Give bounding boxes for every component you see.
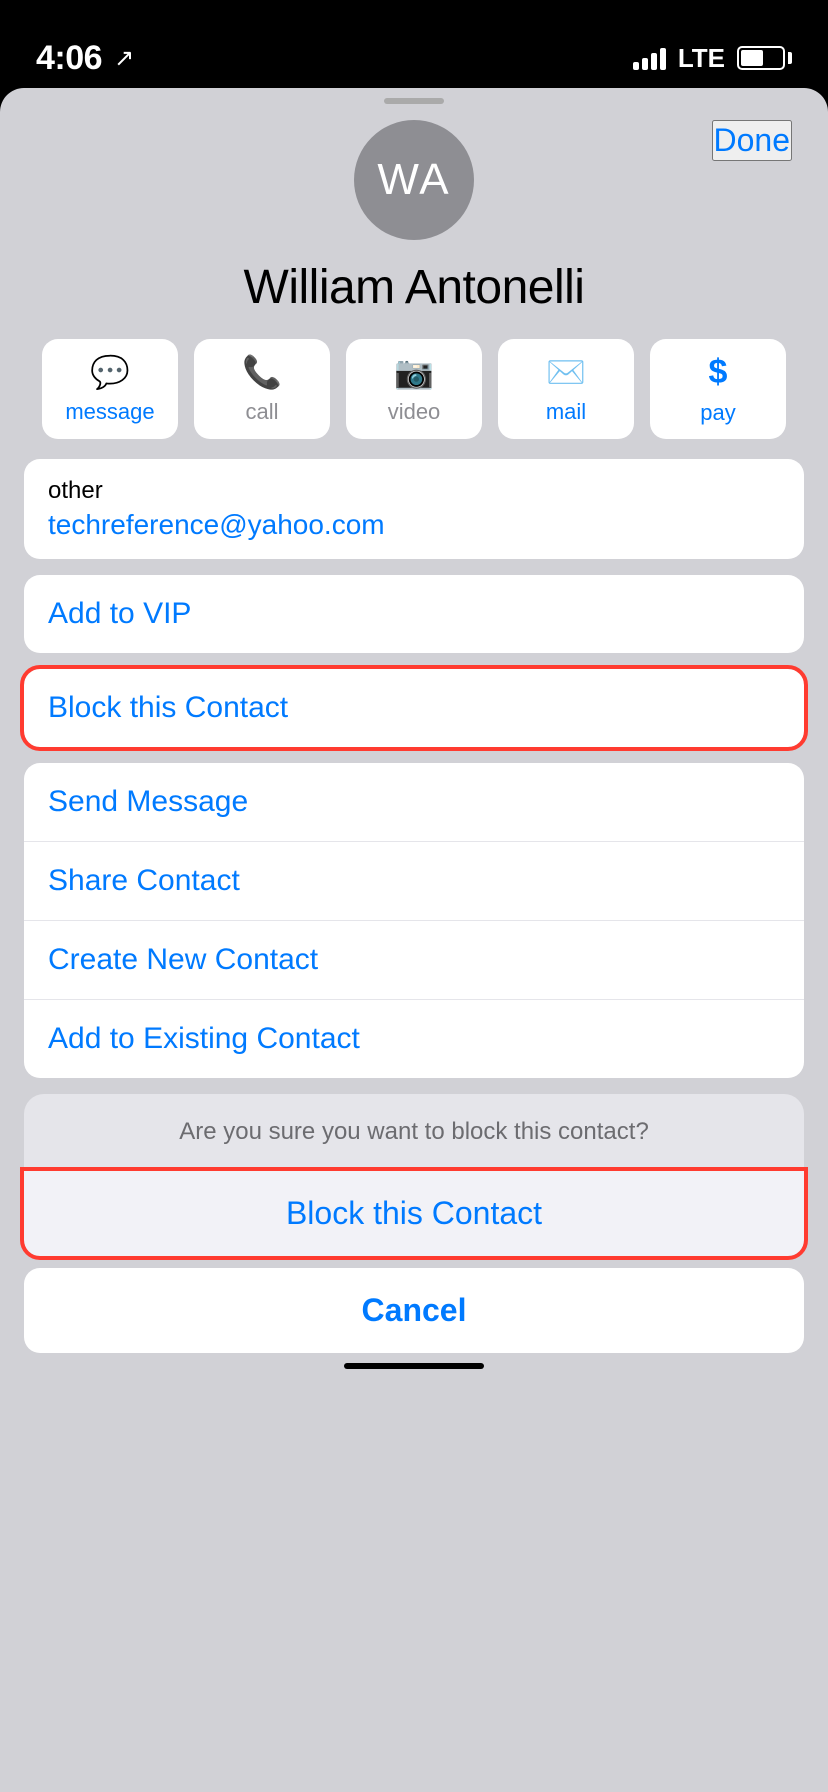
status-indicators: LTE <box>633 43 792 74</box>
create-new-contact-item[interactable]: Create New Contact <box>24 921 804 1000</box>
contact-sheet: Done WA William Antonelli 💬 message 📞 ca… <box>0 88 828 1792</box>
status-bar: 4:06 ↗ LTE <box>0 0 828 88</box>
block-contact-item[interactable]: Block this Contact <box>24 669 804 747</box>
call-button[interactable]: 📞 call <box>194 339 330 439</box>
signal-bars <box>633 46 666 70</box>
email-value: techreference@yahoo.com <box>48 509 780 541</box>
action-buttons-row: 💬 message 📞 call 📷 video ✉️ mail $ pay <box>0 339 828 459</box>
pay-icon: $ <box>709 353 728 392</box>
location-icon: ↗ <box>114 44 134 73</box>
video-icon: 📷 <box>394 353 434 391</box>
block-confirmation-sheet: Are you sure you want to block this cont… <box>24 1094 804 1256</box>
avatar: WA <box>354 120 474 240</box>
send-message-item[interactable]: Send Message <box>24 763 804 842</box>
mail-label: mail <box>546 399 586 425</box>
call-icon: 📞 <box>242 353 282 391</box>
call-label: call <box>245 399 278 425</box>
share-contact-item[interactable]: Share Contact <box>24 842 804 921</box>
confirmation-message: Are you sure you want to block this cont… <box>24 1094 804 1171</box>
battery-indicator <box>737 46 792 70</box>
pay-label: pay <box>700 400 735 426</box>
mail-icon: ✉️ <box>546 353 586 391</box>
message-button[interactable]: 💬 message <box>42 339 178 439</box>
contact-header: Done WA William Antonelli <box>0 104 828 339</box>
network-type: LTE <box>678 43 725 74</box>
message-label: message <box>65 399 154 425</box>
home-indicator <box>344 1363 484 1369</box>
more-actions-section: Send Message Share Contact Create New Co… <box>24 763 804 1078</box>
email-row[interactable]: other techreference@yahoo.com <box>24 459 804 559</box>
done-button[interactable]: Done <box>712 120 793 161</box>
confirm-block-button[interactable]: Block this Contact <box>24 1171 804 1256</box>
add-to-existing-item[interactable]: Add to Existing Contact <box>24 1000 804 1078</box>
status-time: 4:06 <box>36 39 102 78</box>
avatar-initials: WA <box>377 155 450 205</box>
video-button[interactable]: 📷 video <box>346 339 482 439</box>
message-icon: 💬 <box>90 353 130 391</box>
video-label: video <box>388 399 441 425</box>
cancel-button[interactable]: Cancel <box>24 1268 804 1353</box>
block-contact-section: Block this Contact <box>24 669 804 747</box>
vip-section: Add to VIP <box>24 575 804 653</box>
add-to-vip-item[interactable]: Add to VIP <box>24 575 804 653</box>
mail-button[interactable]: ✉️ mail <box>498 339 634 439</box>
pay-button[interactable]: $ pay <box>650 339 786 439</box>
contact-name: William Antonelli <box>36 260 792 315</box>
email-info-section: other techreference@yahoo.com <box>24 459 804 559</box>
email-label: other <box>48 477 780 505</box>
